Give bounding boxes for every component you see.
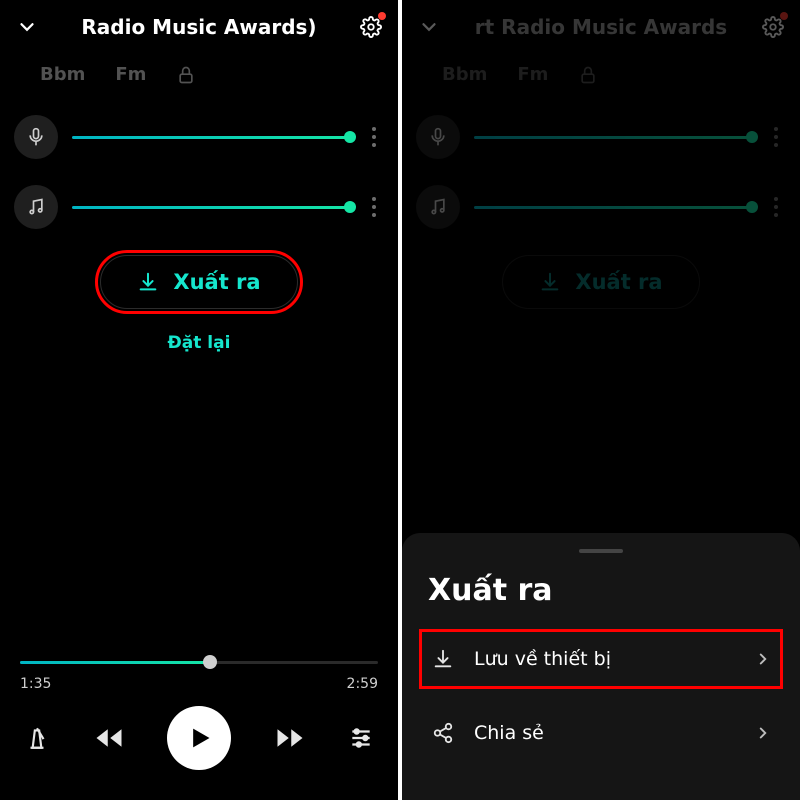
vocal-volume-slider[interactable] [72, 125, 350, 149]
track-list [402, 85, 800, 229]
lock-icon[interactable] [176, 65, 196, 85]
sheet-handle[interactable] [579, 549, 623, 553]
save-to-device-item[interactable]: Lưu về thiết bị [422, 632, 780, 686]
seek-bar[interactable] [20, 652, 378, 672]
share-icon [430, 722, 456, 744]
share-item[interactable]: Chia sẻ [422, 706, 780, 760]
vocal-more-icon[interactable] [364, 127, 384, 147]
music-more-icon[interactable] [766, 197, 786, 217]
music-icon[interactable] [14, 185, 58, 229]
reset-link[interactable]: Đặt lại [168, 333, 231, 353]
export-sheet: Xuất ra Lưu về thiết bị Chia sẻ [402, 533, 800, 800]
music-track [14, 185, 384, 229]
key-label-2[interactable]: Fm [115, 64, 146, 85]
chevron-right-icon [754, 650, 772, 668]
music-icon[interactable] [416, 185, 460, 229]
music-more-icon[interactable] [364, 197, 384, 217]
notification-dot [780, 12, 788, 20]
key-label-2[interactable]: Fm [517, 64, 548, 85]
forward-icon[interactable] [275, 723, 305, 753]
vocal-more-icon[interactable] [766, 127, 786, 147]
download-icon [430, 648, 456, 670]
metronome-icon[interactable] [24, 725, 50, 751]
chevron-down-icon[interactable] [416, 14, 442, 40]
music-volume-slider[interactable] [72, 195, 350, 219]
lock-icon[interactable] [578, 65, 598, 85]
export-section: Xuất ra Đặt lại [0, 255, 398, 353]
top-bar: rt Radio Music Awards [402, 0, 800, 46]
export-button-label: Xuất ra [575, 270, 662, 294]
gear-icon[interactable] [358, 14, 384, 40]
mic-icon[interactable] [416, 115, 460, 159]
export-button[interactable]: Xuất ra [502, 255, 699, 309]
export-button-label: Xuất ra [173, 270, 260, 294]
mixer-icon[interactable] [348, 725, 374, 751]
save-to-device-label: Lưu về thiết bị [474, 648, 736, 670]
page-title: rt Radio Music Awards [442, 15, 760, 39]
chevron-right-icon [754, 724, 772, 742]
play-button[interactable] [167, 706, 231, 770]
vocal-volume-slider[interactable] [474, 125, 752, 149]
music-track [416, 185, 786, 229]
chevron-down-icon[interactable] [14, 14, 40, 40]
sheet-title: Xuất ra [428, 573, 780, 608]
vocal-track [14, 115, 384, 159]
export-section: Xuất ra [402, 255, 800, 309]
key-row: Bbm Fm [402, 46, 800, 85]
download-icon [539, 271, 561, 293]
key-label-1[interactable]: Bbm [40, 64, 85, 85]
page-title: Radio Music Awards) [40, 15, 358, 39]
rewind-icon[interactable] [94, 723, 124, 753]
screen-export-sheet: rt Radio Music Awards Bbm Fm [402, 0, 800, 800]
track-list [0, 85, 398, 229]
export-button[interactable]: Xuất ra [100, 255, 297, 309]
notification-dot [378, 12, 386, 20]
player-bar: 1:35 2:59 [0, 630, 398, 800]
top-bar: Radio Music Awards) [0, 0, 398, 46]
gear-icon[interactable] [760, 14, 786, 40]
screen-export: Radio Music Awards) Bbm Fm [0, 0, 398, 800]
mic-icon[interactable] [14, 115, 58, 159]
vocal-track [416, 115, 786, 159]
key-label-1[interactable]: Bbm [442, 64, 487, 85]
key-row: Bbm Fm [0, 46, 398, 85]
download-icon [137, 271, 159, 293]
music-volume-slider[interactable] [474, 195, 752, 219]
share-label: Chia sẻ [474, 722, 736, 744]
time-elapsed: 1:35 [20, 676, 51, 692]
time-total: 2:59 [347, 676, 378, 692]
